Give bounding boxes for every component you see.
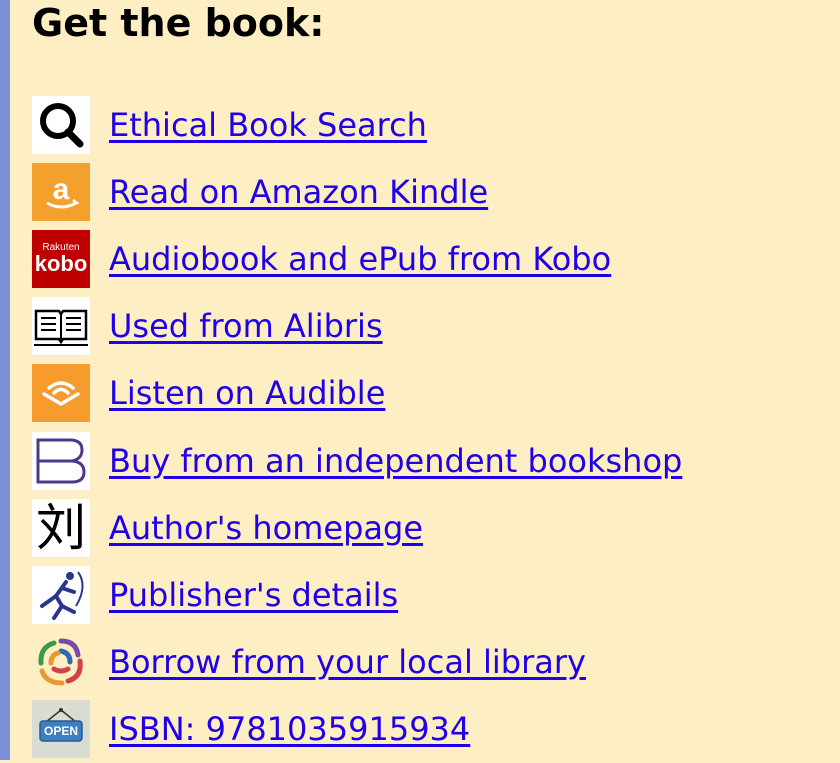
library-swirl-icon[interactable]: [32, 633, 90, 691]
author-glyph-text: 刘: [36, 498, 86, 557]
audible-icon[interactable]: [32, 364, 90, 423]
link-row-library: Borrow from your local library: [32, 629, 682, 696]
link-row-bookshop: Buy from an independent bookshop: [32, 427, 682, 494]
link-row-publisher: Publisher's details: [32, 561, 682, 628]
ethical-book-search-link[interactable]: Ethical Book Search: [109, 105, 427, 145]
amazon-icon[interactable]: a: [32, 162, 90, 221]
link-row-kobo: Rakuten kobo Audiobook and ePub from Kob…: [32, 225, 682, 292]
search-icon[interactable]: [32, 95, 90, 154]
left-accent-bar: [0, 0, 10, 760]
author-glyph-icon[interactable]: 刘: [32, 498, 90, 557]
book-links-list: Ethical Book Search a Read on Amazon Kin…: [32, 91, 682, 763]
open-sign-text: OPEN: [43, 724, 78, 739]
link-row-audible: Listen on Audible: [32, 360, 682, 427]
get-the-book-panel: Get the book: Ethical Book Search a Read…: [10, 0, 840, 760]
alibris-link[interactable]: Used from Alibris: [109, 306, 383, 346]
publisher-link[interactable]: Publisher's details: [109, 575, 398, 615]
link-row-alibris: Used from Alibris: [32, 293, 682, 360]
publisher-runner-icon[interactable]: [32, 565, 90, 624]
isbn-link[interactable]: ISBN: 9781035915934: [109, 709, 470, 749]
kobo-icon-bottom-text: kobo: [34, 251, 88, 277]
audible-link[interactable]: Listen on Audible: [109, 373, 385, 413]
link-row-amazon-kindle: a Read on Amazon Kindle: [32, 158, 682, 225]
section-heading: Get the book:: [32, 1, 325, 45]
open-book-icon[interactable]: [32, 297, 90, 356]
bookshop-icon[interactable]: [32, 431, 90, 490]
open-sign-icon[interactable]: OPEN: [32, 700, 90, 759]
link-row-isbn: OPEN ISBN: 9781035915934: [32, 696, 682, 763]
amazon-kindle-link[interactable]: Read on Amazon Kindle: [109, 172, 488, 212]
library-link[interactable]: Borrow from your local library: [109, 642, 586, 682]
bookshop-link[interactable]: Buy from an independent bookshop: [109, 441, 682, 481]
author-homepage-link[interactable]: Author's homepage: [109, 508, 423, 548]
kobo-link[interactable]: Audiobook and ePub from Kobo: [109, 239, 611, 279]
svg-text:a: a: [53, 173, 70, 206]
kobo-icon[interactable]: Rakuten kobo: [32, 229, 90, 288]
link-row-ethical-book-search: Ethical Book Search: [32, 91, 682, 158]
link-row-author-homepage: 刘 Author's homepage: [32, 494, 682, 561]
